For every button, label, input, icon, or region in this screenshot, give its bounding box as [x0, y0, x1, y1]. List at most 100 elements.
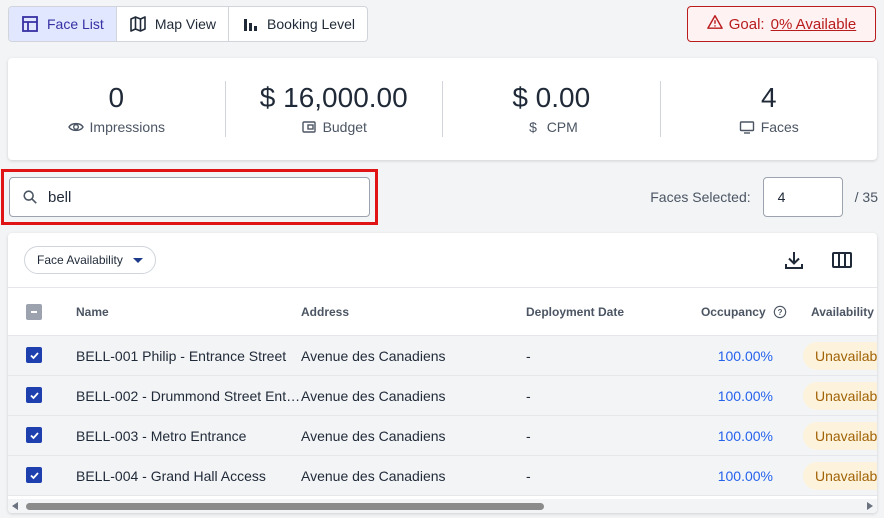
face-availability-filter[interactable]: Face Availability — [24, 246, 156, 274]
stat-value: 0 — [108, 82, 125, 113]
row-checkbox[interactable] — [26, 347, 42, 364]
stat-value: $ 16,000.00 — [259, 82, 408, 113]
row-select-cell — [8, 376, 76, 416]
cell-deployment-date: - — [526, 427, 531, 444]
map-icon — [129, 15, 147, 33]
stat-label: Faces — [739, 119, 799, 135]
cell-availability: Unavailable — [791, 456, 877, 496]
search-box[interactable] — [9, 177, 370, 217]
row-checkbox[interactable] — [26, 387, 42, 404]
download-icon[interactable] — [783, 249, 805, 271]
tab-label: Booking Level — [267, 16, 355, 32]
faces-selected-label: Faces Selected: — [650, 189, 751, 205]
cell-name: BELL-002 - Drummond Street Entrance — [76, 387, 301, 404]
tab-label: Map View — [154, 16, 217, 32]
stat-label-text: Faces — [760, 119, 799, 135]
scroll-left-icon[interactable] — [12, 502, 18, 510]
scrollbar-thumb[interactable] — [26, 503, 544, 510]
cell-availability: Unavailable — [791, 336, 877, 376]
faces-total: / 35 — [854, 189, 878, 205]
tab-face-list[interactable]: Face List — [9, 7, 117, 41]
tab-map-view[interactable]: Map View — [117, 7, 230, 41]
help-circle-icon[interactable]: ? — [773, 305, 787, 319]
stat-label-text: CPM — [546, 119, 578, 135]
table-row[interactable]: BELL-002 - Drummond Street Entrance Aven… — [8, 375, 877, 416]
status-badge: Unavailable — [803, 381, 877, 410]
tab-label: Face List — [47, 16, 104, 32]
stat-label: Budget — [301, 119, 367, 135]
scroll-right-icon[interactable] — [867, 502, 873, 510]
column-header-availability-cell[interactable]: Availability — [791, 288, 877, 336]
cell-deployment-date: - — [526, 347, 531, 364]
warning-icon — [706, 14, 723, 34]
table-row[interactable]: BELL-004 - Grand Hall Access Avenue des … — [8, 455, 877, 496]
row-select-cell — [8, 336, 76, 376]
table-row[interactable]: BELL-001 Philip - Entrance Street Avenue… — [8, 335, 877, 376]
cell-occupancy: 100.00% — [717, 427, 773, 444]
cell-deployment-date: - — [526, 467, 531, 484]
stat-impressions: 0 Impressions — [8, 81, 225, 137]
stats-card: 0 Impressions $ 16,000.00 Budget $ 0.00 … — [8, 58, 877, 160]
row-checkbox[interactable] — [26, 467, 42, 484]
stat-faces: 4 Faces — [659, 81, 878, 137]
column-header-deployment-date[interactable]: Deployment Date — [526, 288, 676, 336]
cell-availability: Unavailable — [791, 416, 877, 456]
cell-availability: Unavailable — [791, 376, 877, 416]
tab-booking-level[interactable]: Booking Level — [229, 7, 367, 41]
cell-address: Avenue des Canadiens — [301, 347, 446, 364]
filter-label: Face Availability — [37, 253, 123, 267]
column-header-availability: Availability — [811, 304, 874, 319]
table-icon — [21, 15, 39, 33]
row-select-cell — [8, 456, 76, 496]
table-row[interactable]: BELL-003 - Metro Entrance Avenue des Can… — [8, 415, 877, 456]
wallet-icon — [301, 121, 316, 133]
stat-label-text: Impressions — [89, 119, 165, 135]
svg-text:$: $ — [529, 119, 537, 135]
cell-address: Avenue des Canadiens — [301, 387, 446, 404]
status-badge: Unavailable — [803, 421, 877, 450]
horizontal-scrollbar[interactable] — [8, 499, 877, 513]
column-header-name[interactable]: Name — [76, 288, 301, 336]
stat-cpm: $ 0.00 $ CPM — [442, 81, 660, 137]
faces-table-card: Face Availability Name Address Deploymen… — [8, 233, 877, 513]
bar-chart-icon — [241, 15, 259, 33]
row-checkbox[interactable] — [26, 427, 42, 444]
column-header-address[interactable]: Address — [301, 288, 526, 336]
view-tabs: Face List Map View Booking Level — [8, 6, 368, 42]
dollar-icon: $ — [529, 119, 537, 135]
stat-label-text: Budget — [322, 119, 367, 135]
goal-button[interactable]: Goal: 0% Available — [687, 6, 876, 42]
faces-selected-value: 4 — [777, 189, 786, 205]
row-select-cell — [8, 416, 76, 456]
stat-value: 4 — [760, 82, 777, 113]
column-header-occupancy-cell[interactable]: Occupancy ? — [676, 288, 791, 336]
status-badge: Unavailable — [803, 461, 877, 490]
monitor-icon — [739, 121, 754, 134]
select-all-cell — [8, 288, 76, 336]
table-toolbar — [783, 249, 853, 271]
svg-text:?: ? — [778, 308, 783, 317]
column-header-occupancy: Occupancy — [700, 304, 766, 319]
cell-occupancy: 100.00% — [717, 387, 773, 404]
faces-table: Name Address Deployment Date Occupancy ?… — [8, 287, 877, 496]
goal-label: Goal: — [728, 15, 765, 33]
eye-icon — [67, 122, 84, 132]
cell-name: BELL-001 Philip - Entrance Street — [76, 347, 287, 364]
stat-budget: $ 16,000.00 Budget — [224, 81, 443, 137]
faces-selected: Faces Selected: 4 / 35 — [650, 177, 878, 217]
cell-deployment-date: - — [526, 387, 531, 404]
search-highlight — [1, 169, 378, 225]
search-input[interactable] — [48, 188, 348, 206]
cell-name: BELL-003 - Metro Entrance — [76, 427, 247, 444]
select-all-checkbox[interactable] — [26, 303, 42, 320]
table-header-row: Name Address Deployment Date Occupancy ?… — [8, 287, 877, 336]
cell-occupancy: 100.00% — [717, 347, 773, 364]
cell-address: Avenue des Canadiens — [301, 427, 446, 444]
cell-name: BELL-004 - Grand Hall Access — [76, 467, 266, 484]
stat-value: $ 0.00 — [512, 82, 591, 113]
columns-icon[interactable] — [831, 249, 853, 271]
faces-selected-input[interactable]: 4 — [762, 177, 843, 217]
stat-label: Impressions — [67, 119, 165, 135]
cell-address: Avenue des Canadiens — [301, 467, 446, 484]
stat-label: $ CPM — [525, 119, 578, 135]
